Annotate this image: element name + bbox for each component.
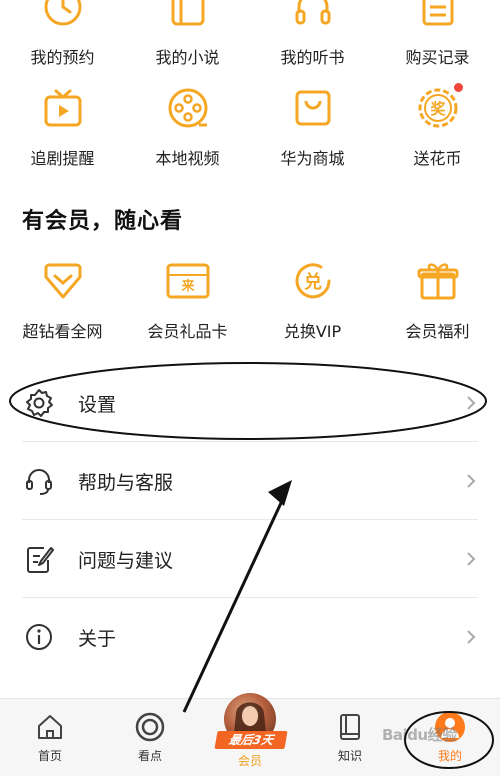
chevron-right-icon	[467, 474, 476, 488]
notification-dot	[453, 83, 463, 92]
tab-highlights[interactable]: 看点	[100, 699, 200, 776]
book-icon	[165, 0, 211, 30]
headset-icon	[22, 464, 56, 498]
shortcut-huawei-store[interactable]: 华为商城	[250, 85, 375, 193]
menu-item-settings[interactable]: 设置	[0, 364, 500, 442]
info-icon	[22, 620, 56, 654]
shortcut-label: 我的听书	[280, 48, 345, 67]
shortcut-row-2: 追剧提醒 本地视频 华为商城 奖 送花币	[0, 83, 500, 193]
vip-row: 超钻看全网 来 会员礼品卡 兑 兑换VIP 会员福利	[0, 258, 500, 366]
watermark: Baidu经验	[382, 726, 457, 744]
shortcut-purchase-history[interactable]: 购买记录	[375, 0, 500, 92]
tab-home[interactable]: 首页	[0, 699, 100, 776]
prize-glyph: 奖	[430, 100, 446, 118]
clock-icon	[40, 0, 86, 30]
gift-card-icon: 来	[165, 258, 211, 304]
home-icon	[34, 711, 66, 743]
menu-label: 设置	[78, 393, 117, 416]
headphones-icon	[290, 0, 336, 30]
shortcut-my-audiobooks[interactable]: 我的听书	[250, 0, 375, 92]
prize-coin-icon: 奖	[415, 83, 463, 131]
shortcut-label: 我的小说	[155, 48, 220, 67]
vip-item-label: 兑换VIP	[283, 322, 342, 341]
vip-item-label: 超钻看全网	[22, 322, 103, 341]
vip-super-diamond[interactable]: 超钻看全网	[0, 258, 125, 366]
shortcut-my-novels[interactable]: 我的小说	[125, 0, 250, 92]
shortcut-label: 本地视频	[155, 149, 220, 168]
shortcut-label: 送花币	[413, 149, 462, 168]
diamond-icon	[40, 258, 86, 304]
feedback-icon	[22, 542, 56, 576]
chevron-right-icon	[467, 630, 476, 644]
menu-label: 帮助与客服	[78, 471, 174, 494]
tab-label: 首页	[37, 749, 62, 763]
card-glyph: 来	[180, 278, 195, 294]
vip-gift-card[interactable]: 来 会员礼品卡	[125, 258, 250, 366]
gear-icon	[22, 386, 56, 420]
menu-item-help[interactable]: 帮助与客服	[0, 442, 500, 520]
menu-label: 关于	[78, 627, 117, 650]
shortcut-label: 追剧提醒	[30, 149, 95, 168]
book-tab-icon	[334, 711, 366, 743]
vip-item-label: 会员礼品卡	[147, 322, 228, 341]
exchange-icon: 兑	[290, 258, 336, 304]
vip-benefits[interactable]: 会员福利	[375, 258, 500, 366]
menu-label: 问题与建议	[78, 549, 174, 572]
shortcut-label: 华为商城	[280, 149, 345, 168]
shortcut-label: 购买记录	[405, 48, 470, 67]
vip-section-title: 有会员，随心看	[22, 209, 184, 234]
chevron-right-icon	[467, 396, 476, 410]
receipt-icon	[415, 0, 461, 30]
shortcut-row-1: 我的预约 我的小说 我的听书 购买记录	[0, 0, 500, 92]
exchange-glyph: 兑	[304, 271, 322, 293]
target-icon	[134, 711, 166, 743]
shortcut-drama-reminder[interactable]: 追剧提醒	[0, 85, 125, 193]
tab-label-member: 会员	[237, 754, 262, 768]
chevron-right-icon	[467, 552, 476, 566]
promo-countdown-badge: 最后3天	[214, 731, 288, 749]
tv-play-icon	[40, 85, 86, 131]
film-reel-icon	[165, 85, 211, 131]
tab-label: 看点	[137, 749, 162, 763]
menu-item-about[interactable]: 关于	[0, 598, 500, 676]
shortcut-label: 我的预约	[30, 48, 95, 67]
tab-label: 我的	[437, 749, 462, 763]
vip-exchange[interactable]: 兑 兑换VIP	[250, 258, 375, 366]
gift-box-icon	[415, 258, 461, 304]
shortcut-my-reservations[interactable]: 我的预约	[0, 0, 125, 92]
shopping-bag-icon	[290, 85, 336, 131]
vip-item-label: 会员福利	[405, 322, 470, 341]
tab-label: 知识	[337, 749, 362, 763]
menu-item-feedback[interactable]: 问题与建议	[0, 520, 500, 598]
shortcut-flower-coins[interactable]: 奖 送花币	[375, 83, 500, 193]
shortcut-local-video[interactable]: 本地视频	[125, 85, 250, 193]
